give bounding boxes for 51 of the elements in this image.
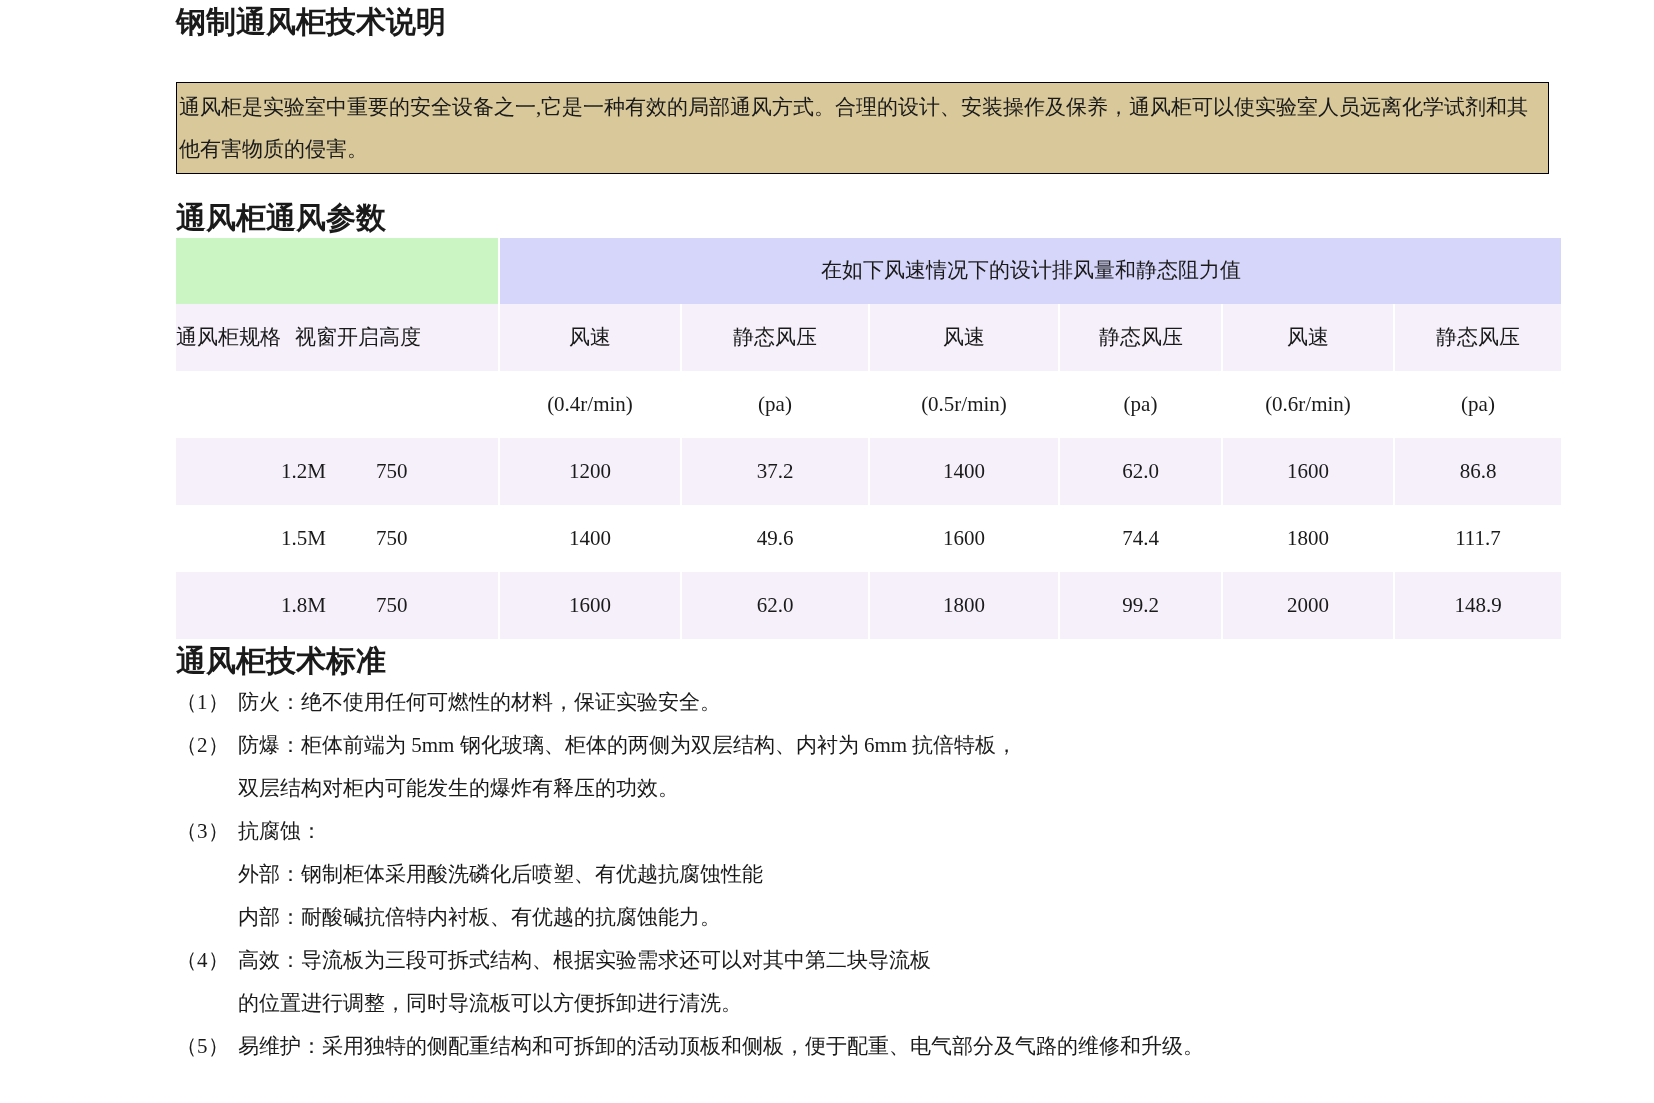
unit-label: (pa) bbox=[757, 390, 793, 418]
table-cell: 148.9 bbox=[1395, 572, 1561, 639]
table-cell: 62.0 bbox=[1060, 438, 1221, 505]
list-number: （3） bbox=[176, 818, 230, 845]
column-header: 静态风压 bbox=[1060, 304, 1221, 371]
table-cell: 86.8 bbox=[1395, 438, 1561, 505]
column-header: 风速 bbox=[870, 304, 1058, 371]
table-cell-text: 750 bbox=[376, 591, 408, 619]
list-text: 的位置进行调整，同时导流板可以方便拆卸进行清洗。 bbox=[238, 990, 742, 1017]
unit-label: (0.6r/min) bbox=[1264, 390, 1352, 418]
column-header: 风速 bbox=[500, 304, 680, 371]
intro-paragraph: 通风柜是实验室中重要的安全设备之一,它是一种有效的局部通风方式。合理的设计、安装操作及保养，通风柜可以使实验室人员远离化学试剂和其他有害物质的侵害。 bbox=[176, 82, 1549, 174]
list-text: 防爆：柜体前端为 5mm 钢化玻璃、柜体的两侧为双层结构、内衬为 6mm 抗倍特板， bbox=[238, 732, 1018, 759]
list-number: （1） bbox=[176, 689, 230, 716]
unit-label: (0.4r/min) bbox=[546, 390, 634, 418]
table-cell-text: 1.8M bbox=[280, 591, 326, 619]
table-cell: 99.2 bbox=[1060, 572, 1221, 639]
table-cell: 1400 bbox=[870, 438, 1058, 505]
list-text: 易维护：采用独特的侧配重结构和可拆卸的活动顶板和侧板，便于配重、电气部分及气路的维修和升级。 bbox=[238, 1033, 1204, 1060]
list-text: 抗腐蚀： bbox=[238, 818, 322, 845]
page-title: 钢制通风柜技术说明 bbox=[176, 4, 446, 40]
list-number: （2） bbox=[176, 732, 230, 759]
table-cell-text: 1.5M bbox=[280, 524, 326, 552]
column-header: 静态风压 bbox=[1395, 304, 1561, 371]
table-cell: 1600 bbox=[500, 572, 680, 639]
unit-label: (pa) bbox=[1460, 390, 1496, 418]
list-number: （5） bbox=[176, 1033, 230, 1060]
column-header: 通风柜规格 bbox=[176, 323, 281, 351]
list-text: 内部：耐酸碱抗倍特内衬板、有优越的抗腐蚀能力。 bbox=[238, 904, 721, 931]
unit-label: (0.5r/min) bbox=[920, 390, 1008, 418]
table-cell: 37.2 bbox=[682, 438, 868, 505]
table-cell-text: 750 bbox=[376, 524, 408, 552]
table-cell: 1600 bbox=[1223, 438, 1393, 505]
section-heading: 通风柜通风参数 bbox=[176, 200, 386, 236]
table-cell: 62.0 bbox=[682, 572, 868, 639]
table-cell-text: 750 bbox=[376, 457, 408, 485]
list-text: 外部：钢制柜体采用酸洗磷化后喷塑、有优越抗腐蚀性能 bbox=[238, 861, 763, 888]
table-cell: 1200 bbox=[500, 438, 680, 505]
table-cell: 1800 bbox=[870, 572, 1058, 639]
column-header: 静态风压 bbox=[682, 304, 868, 371]
column-header: 风速 bbox=[1223, 304, 1393, 371]
column-header: 视窗开启高度 bbox=[295, 323, 421, 351]
table-cell: 2000 bbox=[1223, 572, 1393, 639]
list-number: （4） bbox=[176, 947, 230, 974]
section-heading: 通风柜技术标准 bbox=[176, 643, 386, 679]
group-header: 在如下风速情况下的设计排风量和静态阻力值 bbox=[500, 238, 1561, 304]
list-text: 高效：导流板为三段可拆式结构、根据实验需求还可以对其中第二块导流板 bbox=[238, 947, 931, 974]
list-text: 防火：绝不使用任何可燃性的材料，保证实验安全。 bbox=[238, 689, 721, 716]
unit-label: (pa) bbox=[1122, 390, 1159, 418]
table-cell-text: 1.2M bbox=[280, 457, 326, 485]
list-text: 双层结构对柜内可能发生的爆炸有释压的功效。 bbox=[238, 775, 679, 802]
